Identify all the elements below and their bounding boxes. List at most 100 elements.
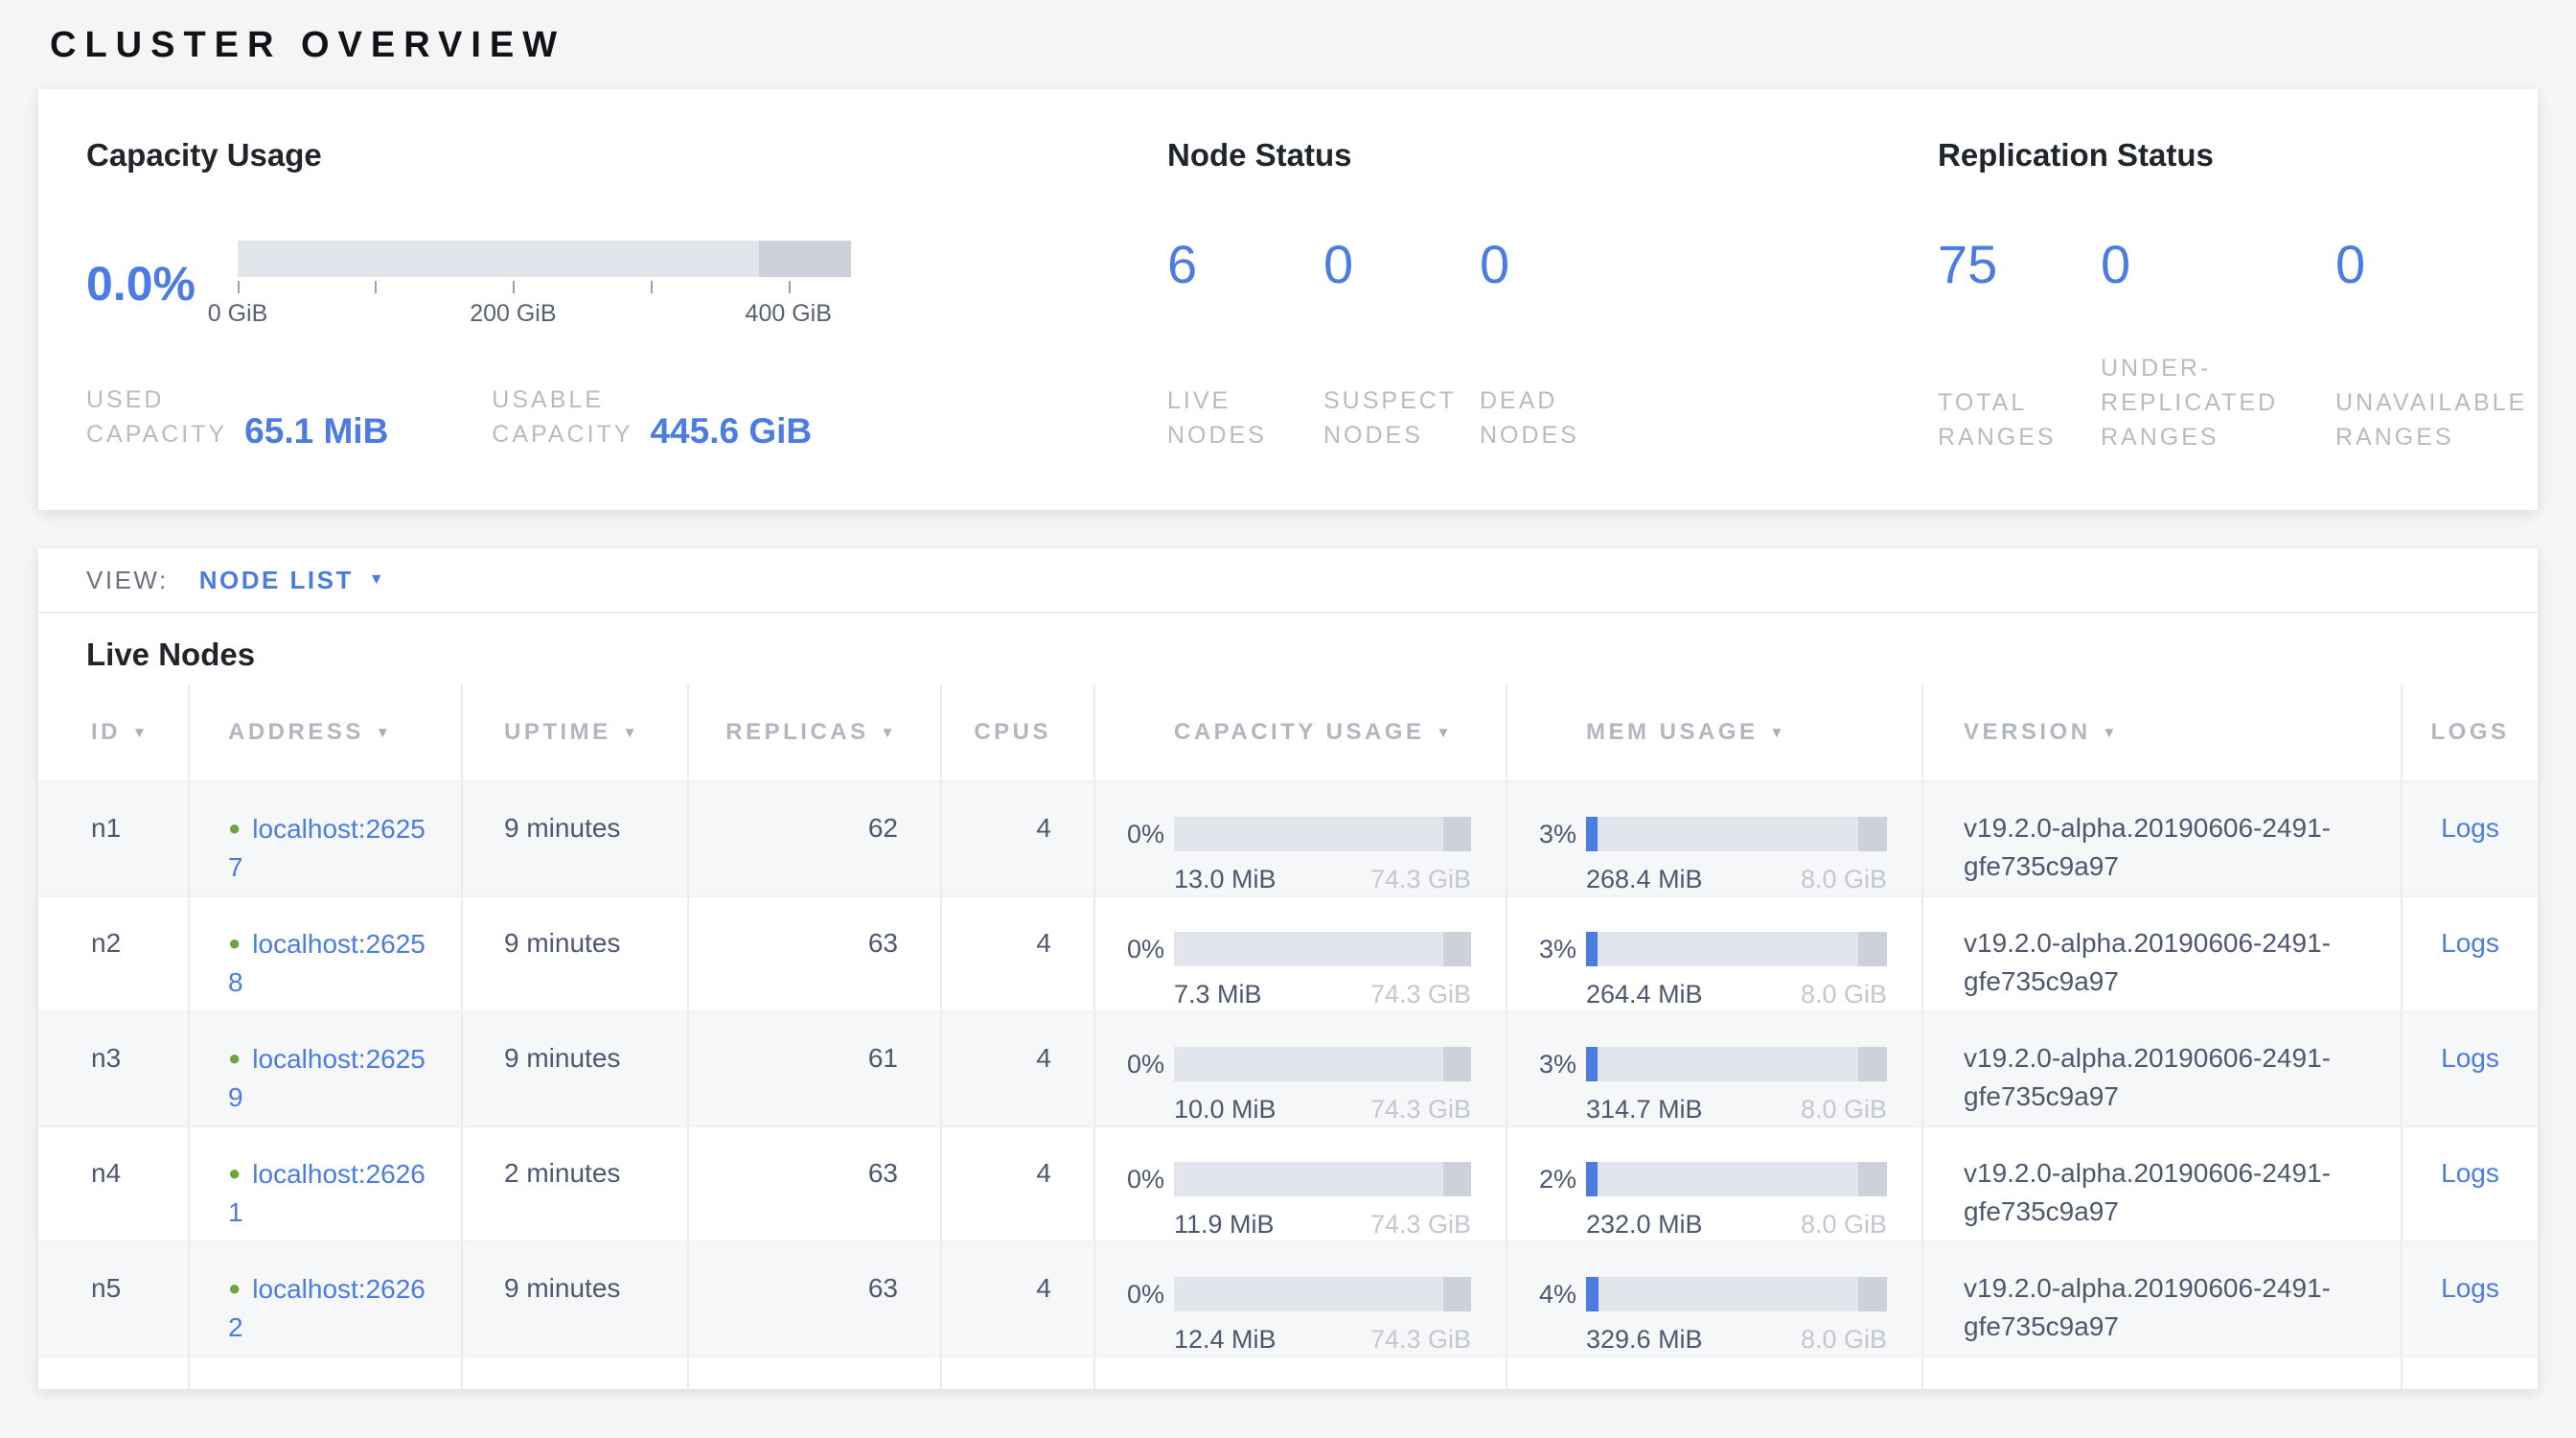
- dead-nodes-label: DEAD NODES: [1480, 383, 1938, 452]
- mem-usage-bar: [1586, 1047, 1887, 1081]
- capacity-percent-label: 0%: [1107, 1045, 1174, 1083]
- capacity-usage-section: Capacity Usage 0.0%: [86, 137, 1167, 454]
- mem-percent-label: 2%: [1519, 1160, 1586, 1198]
- node-address-link[interactable]: localhost:26259: [228, 1044, 426, 1112]
- node-cpus-cell: 4: [942, 1127, 1095, 1241]
- mem-percent-label: 4%: [1519, 1275, 1586, 1313]
- node-version-cell: v19.2.0-alpha.20190606-2491-gfe735c9a97: [1923, 897, 2403, 1010]
- mem-max-value: 8.0 GiB: [1801, 865, 1887, 893]
- capacity-stats: USED CAPACITY 65.1 MiB USABLE CAPACITY 4…: [86, 383, 1167, 452]
- node-logs-cell: Logs: [2403, 1012, 2538, 1125]
- axis-tick: [238, 281, 240, 293]
- capacity-used-value: 10.0 MiB: [1174, 1095, 1276, 1124]
- replication-labels: TOTAL RANGES UNDER- REPLICATED RANGES UN…: [1938, 351, 2527, 454]
- usable-capacity-label: USABLE CAPACITY: [492, 383, 632, 452]
- logs-link[interactable]: Logs: [2441, 1273, 2499, 1303]
- capacity-reserved-segment: [1443, 932, 1471, 966]
- cluster-overview-page: CLUSTER OVERVIEW Capacity Usage 0.0%: [0, 25, 2576, 1389]
- mem-percent-label: 3%: [1519, 815, 1586, 853]
- unavailable-ranges-count: 0: [2335, 233, 2527, 295]
- usable-capacity-value: 445.6 GiB: [650, 413, 812, 452]
- node-version-cell: v19.2.0-alpha.20190606-2491-gfe735c9a97: [1923, 1242, 2403, 1356]
- sort-desc-icon: ▼: [623, 725, 640, 741]
- capacity-usage-gauge: 0.0% 0 GiB 200 GiB: [86, 241, 1167, 327]
- node-address-link[interactable]: localhost:26257: [228, 814, 426, 882]
- node-replicas-cell: 61: [689, 1012, 942, 1125]
- capacity-percent-label: 0%: [1107, 930, 1174, 968]
- column-header-replicas[interactable]: REPLICAS▼: [689, 684, 942, 780]
- view-selector-dropdown[interactable]: NODE LIST ▼: [199, 566, 387, 595]
- node-status-values: 6 0 0: [1167, 233, 1938, 295]
- node-replicas-cell: 62: [689, 782, 942, 895]
- mem-reserved-segment: [1858, 1277, 1887, 1311]
- capacity-reserved-segment: [1443, 1277, 1471, 1311]
- mem-max-value: 8.0 GiB: [1801, 980, 1887, 1009]
- node-address-cell: ●localhost:26259: [190, 1012, 463, 1125]
- node-live-dot-icon: ●: [228, 1046, 241, 1070]
- node-id-cell: n5: [38, 1242, 190, 1356]
- node-replicas-cell: 63: [689, 897, 942, 1010]
- view-bar: VIEW: NODE LIST ▼: [38, 548, 2538, 614]
- suspect-nodes-count: 0: [1323, 233, 1480, 295]
- column-header-address[interactable]: ADDRESS▼: [190, 684, 463, 780]
- logs-link[interactable]: Logs: [2441, 928, 2499, 958]
- under-replicated-ranges-label: UNDER- REPLICATED RANGES: [2101, 351, 2335, 454]
- node-address-link[interactable]: localhost:26258: [228, 929, 426, 997]
- clipped-next-row: [38, 1356, 2538, 1389]
- column-header-version[interactable]: VERSION▼: [1923, 684, 2403, 780]
- mem-max-value: 8.0 GiB: [1801, 1095, 1887, 1124]
- axis-tick: [651, 281, 653, 293]
- mem-max-value: 8.0 GiB: [1801, 1325, 1887, 1354]
- sort-desc-icon: ▼: [881, 725, 898, 741]
- live-nodes-label: LIVE NODES: [1167, 383, 1323, 452]
- column-header-uptime[interactable]: UPTIME▼: [463, 684, 689, 780]
- node-cpus-cell: 4: [942, 782, 1095, 895]
- table-row: n2 ●localhost:26258 9 minutes 63 4 0% 7.…: [38, 895, 2538, 1010]
- logs-link[interactable]: Logs: [2441, 1043, 2499, 1073]
- mem-used-value: 329.6 MiB: [1586, 1325, 1703, 1354]
- axis-tick: [789, 281, 791, 293]
- capacity-max-value: 74.3 GiB: [1370, 865, 1471, 893]
- column-header-capacity-usage[interactable]: CAPACITY USAGE▼: [1095, 684, 1507, 780]
- page-title: CLUSTER OVERVIEW: [50, 25, 2538, 66]
- column-header-id[interactable]: ID▼: [38, 684, 190, 780]
- node-mem-usage-cell: 3% 268.4 MiB 8.0 GiB: [1507, 782, 1923, 895]
- mem-used-segment: [1586, 1047, 1598, 1081]
- column-header-mem-usage[interactable]: MEM USAGE▼: [1507, 684, 1923, 780]
- capacity-max-value: 74.3 GiB: [1370, 1325, 1471, 1354]
- usable-capacity-stat: USABLE CAPACITY 445.6 GiB: [492, 383, 812, 452]
- node-status-title: Node Status: [1167, 137, 1938, 174]
- mem-used-value: 264.4 MiB: [1586, 980, 1703, 1009]
- capacity-usage-bar: [1174, 817, 1471, 851]
- mem-reserved-segment: [1858, 1162, 1887, 1196]
- node-capacity-usage-cell: 0% 11.9 MiB 74.3 GiB: [1095, 1127, 1507, 1241]
- node-id-cell: n2: [38, 897, 190, 1010]
- node-address-link[interactable]: localhost:26261: [228, 1159, 426, 1227]
- sort-desc-icon: ▼: [2103, 725, 2120, 741]
- node-capacity-usage-cell: 0% 12.4 MiB 74.3 GiB: [1095, 1242, 1507, 1356]
- logs-link[interactable]: Logs: [2441, 1158, 2499, 1188]
- mem-used-value: 232.0 MiB: [1586, 1210, 1703, 1239]
- node-mem-usage-cell: 2% 232.0 MiB 8.0 GiB: [1507, 1127, 1923, 1241]
- capacity-used-value: 11.9 MiB: [1174, 1210, 1275, 1239]
- node-logs-cell: Logs: [2403, 1127, 2538, 1241]
- axis-label: 200 GiB: [470, 300, 556, 328]
- node-address-cell: ●localhost:26258: [190, 897, 463, 1010]
- mem-max-value: 8.0 GiB: [1801, 1210, 1887, 1239]
- replication-values: 75 0 0: [1938, 233, 2527, 295]
- sort-desc-icon: ▼: [132, 725, 150, 741]
- capacity-usage-bar: [1174, 1277, 1471, 1311]
- capacity-percent-label: 0%: [1107, 1275, 1174, 1313]
- mem-used-segment: [1586, 817, 1598, 851]
- capacity-usage-title: Capacity Usage: [86, 137, 1167, 174]
- node-address-link[interactable]: localhost:26262: [228, 1274, 426, 1342]
- mem-reserved-segment: [1858, 817, 1887, 851]
- table-row: n1 ●localhost:26257 9 minutes 62 4 0% 13…: [38, 780, 2538, 895]
- capacity-used-value: 7.3 MiB: [1174, 980, 1262, 1009]
- node-cpus-cell: 4: [942, 897, 1095, 1010]
- node-capacity-usage-cell: 0% 10.0 MiB 74.3 GiB: [1095, 1012, 1507, 1125]
- node-cpus-cell: 4: [942, 1242, 1095, 1356]
- capacity-axis-labels: 0 GiB 200 GiB 400 GiB: [238, 294, 851, 327]
- node-uptime-cell: 9 minutes: [463, 1242, 689, 1356]
- logs-link[interactable]: Logs: [2441, 813, 2499, 843]
